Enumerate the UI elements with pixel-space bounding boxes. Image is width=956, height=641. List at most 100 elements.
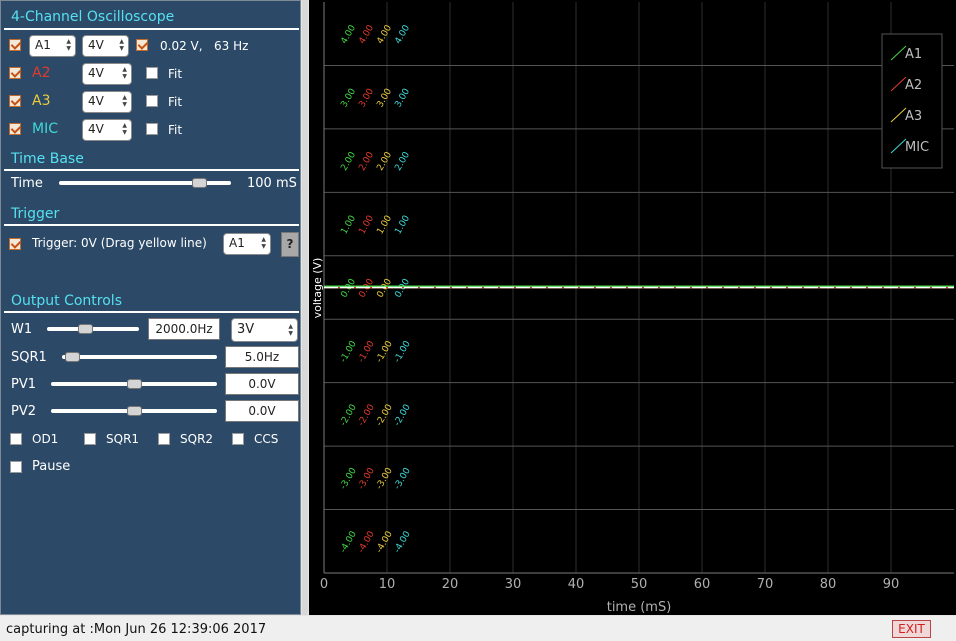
sqr1-check-label: SQR1 bbox=[106, 432, 140, 446]
pause-checkbox[interactable] bbox=[10, 461, 22, 473]
sqr2-checkbox[interactable] bbox=[158, 433, 170, 445]
ch1-select[interactable]: A1 ▲ ▼ bbox=[29, 35, 76, 57]
y-tick-label-mic: 1.00 bbox=[393, 214, 412, 237]
section-divider bbox=[4, 169, 299, 171]
spin-arrows-icon: ▲ ▼ bbox=[66, 38, 71, 52]
ch1-name: A1 bbox=[35, 38, 51, 52]
y-tick-label-a1: -2.00 bbox=[339, 403, 359, 428]
y-tick-label-a2: 2.00 bbox=[357, 150, 376, 173]
y-tick-label-a1: 0.00 bbox=[339, 277, 358, 300]
y-tick-label-a3: 1.00 bbox=[375, 214, 394, 237]
section-divider bbox=[4, 311, 299, 313]
ch1-range: 4V bbox=[88, 38, 104, 52]
y-tick-label-mic: 3.00 bbox=[393, 87, 412, 110]
help-button[interactable]: ? bbox=[281, 232, 299, 257]
ch4-range: 4V bbox=[88, 122, 104, 136]
sqr1-checkbox[interactable] bbox=[84, 433, 96, 445]
legend-label-a3: A3 bbox=[905, 109, 922, 124]
y-tick-label-a1: -4.00 bbox=[339, 529, 359, 554]
spin-arrows-icon: ▲ ▼ bbox=[288, 323, 293, 337]
trigger-label: Trigger: 0V (Drag yellow line) bbox=[32, 236, 207, 250]
legend-label-a1: A1 bbox=[905, 47, 922, 62]
y-tick-label-a2: -4.00 bbox=[357, 529, 377, 554]
ch2-range-select[interactable]: 4V ▲ ▼ bbox=[82, 63, 132, 85]
spin-arrows-icon: ▲ ▼ bbox=[122, 66, 127, 80]
x-tick-label: 60 bbox=[694, 577, 711, 592]
ccs-checkbox[interactable] bbox=[232, 433, 244, 445]
pv2-slider-handle[interactable] bbox=[126, 406, 142, 416]
output-title: Output Controls bbox=[11, 293, 122, 309]
x-tick-label: 70 bbox=[757, 577, 774, 592]
ch3-enable-checkbox[interactable] bbox=[9, 95, 21, 107]
time-label: Time bbox=[11, 176, 43, 191]
y-tick-label-mic: 0.00 bbox=[393, 277, 412, 300]
time-slider-handle[interactable] bbox=[192, 178, 208, 188]
scope-title: 4-Channel Oscilloscope bbox=[11, 9, 175, 25]
control-panel: 4-Channel Oscilloscope A1 ▲ ▼ 4V ▲ ▼ 0.02 … bbox=[0, 0, 301, 615]
y-tick-label-a3: 3.00 bbox=[375, 87, 394, 110]
ch1-enable-checkbox[interactable] bbox=[9, 39, 21, 51]
trigger-source-select[interactable]: A1 ▲ ▼ bbox=[223, 233, 271, 255]
ch4-enable-checkbox[interactable] bbox=[9, 123, 21, 135]
ch1-info-checkbox[interactable] bbox=[136, 39, 148, 51]
ch3-range-select[interactable]: 4V ▲ ▼ bbox=[82, 91, 132, 113]
y-tick-label-a2: 3.00 bbox=[357, 87, 376, 110]
spin-arrows-icon: ▲ ▼ bbox=[261, 236, 266, 250]
w1-slider-handle[interactable] bbox=[77, 324, 93, 334]
spin-arrows-icon: ▲ ▼ bbox=[122, 94, 127, 108]
ch4-range-select[interactable]: 4V ▲ ▼ bbox=[82, 119, 132, 141]
pv1-value-field[interactable]: 0.0V bbox=[225, 373, 299, 395]
y-tick-label-a2: 4.00 bbox=[357, 23, 376, 46]
sqr1-label: SQR1 bbox=[11, 350, 47, 365]
y-tick-label-a3: -4.00 bbox=[375, 529, 395, 554]
ch3-fit-label: Fit bbox=[168, 95, 183, 109]
w1-amplitude: 3V bbox=[237, 322, 255, 337]
exit-button[interactable]: EXIT bbox=[892, 620, 931, 638]
status-bar: capturing at :Mon Jun 26 12:39:06 2017 bbox=[0, 616, 956, 641]
legend-label-mic: MIC bbox=[905, 140, 929, 155]
ch1-range-select[interactable]: 4V ▲ ▼ bbox=[82, 35, 129, 57]
x-tick-label: 90 bbox=[883, 577, 900, 592]
ch2-fit-checkbox[interactable] bbox=[146, 67, 158, 79]
w1-amplitude-select[interactable]: 3V ▲ ▼ bbox=[231, 318, 298, 342]
scope-plot[interactable]: 0 10 20 30 40 50 60 70 80 90 time (mS) voltage (V) 4… bbox=[309, 0, 956, 615]
x-tick-label: 0 bbox=[320, 577, 328, 592]
ch2-range: 4V bbox=[88, 66, 104, 80]
w1-slider[interactable] bbox=[47, 327, 139, 331]
trigger-checkbox[interactable] bbox=[9, 238, 21, 250]
sqr1-freq-field[interactable]: 5.0Hz bbox=[225, 346, 299, 368]
ch2-name: A2 bbox=[32, 65, 51, 81]
panel-splitter[interactable] bbox=[302, 0, 308, 615]
x-tick-label: 20 bbox=[442, 577, 459, 592]
y-axis-title: voltage (V) bbox=[311, 258, 324, 319]
y-tick-label-a3: 4.00 bbox=[375, 23, 394, 46]
y-tick-label-a1: -3.00 bbox=[339, 466, 359, 491]
y-tick-label-mic: 4.00 bbox=[393, 23, 412, 46]
pv1-slider-handle[interactable] bbox=[126, 379, 142, 389]
y-tick-label-a3: -2.00 bbox=[375, 403, 395, 428]
y-tick-label-a2: -3.00 bbox=[357, 466, 377, 491]
y-tick-label-a1: 4.00 bbox=[339, 23, 358, 46]
x-tick-label: 80 bbox=[820, 577, 837, 592]
od1-label: OD1 bbox=[32, 432, 59, 446]
ch3-fit-checkbox[interactable] bbox=[146, 95, 158, 107]
sqr1-slider[interactable] bbox=[62, 355, 217, 359]
y-tick-label-mic: -4.00 bbox=[393, 529, 413, 554]
pause-label: Pause bbox=[32, 459, 71, 474]
y-tick-label-mic: 2.00 bbox=[393, 150, 412, 173]
ch2-enable-checkbox[interactable] bbox=[9, 67, 21, 79]
od1-checkbox[interactable] bbox=[10, 433, 22, 445]
sqr1-slider-handle[interactable] bbox=[64, 352, 80, 362]
x-tick-label: 40 bbox=[568, 577, 585, 592]
w1-freq-field[interactable]: 2000.0Hz bbox=[148, 318, 220, 340]
pv1-label: PV1 bbox=[11, 377, 37, 392]
ch4-fit-checkbox[interactable] bbox=[146, 123, 158, 135]
ch4-name: MIC bbox=[32, 121, 58, 137]
ch4-fit-label: Fit bbox=[168, 123, 183, 137]
ccs-label: CCS bbox=[254, 432, 279, 446]
time-value: 100 mS bbox=[247, 176, 297, 191]
status-text: capturing at :Mon Jun 26 12:39:06 2017 bbox=[6, 622, 267, 637]
pv2-value-field[interactable]: 0.0V bbox=[225, 400, 299, 422]
y-tick-label-mic: -2.00 bbox=[393, 403, 413, 428]
y-tick-label-a3: 2.00 bbox=[375, 150, 394, 173]
